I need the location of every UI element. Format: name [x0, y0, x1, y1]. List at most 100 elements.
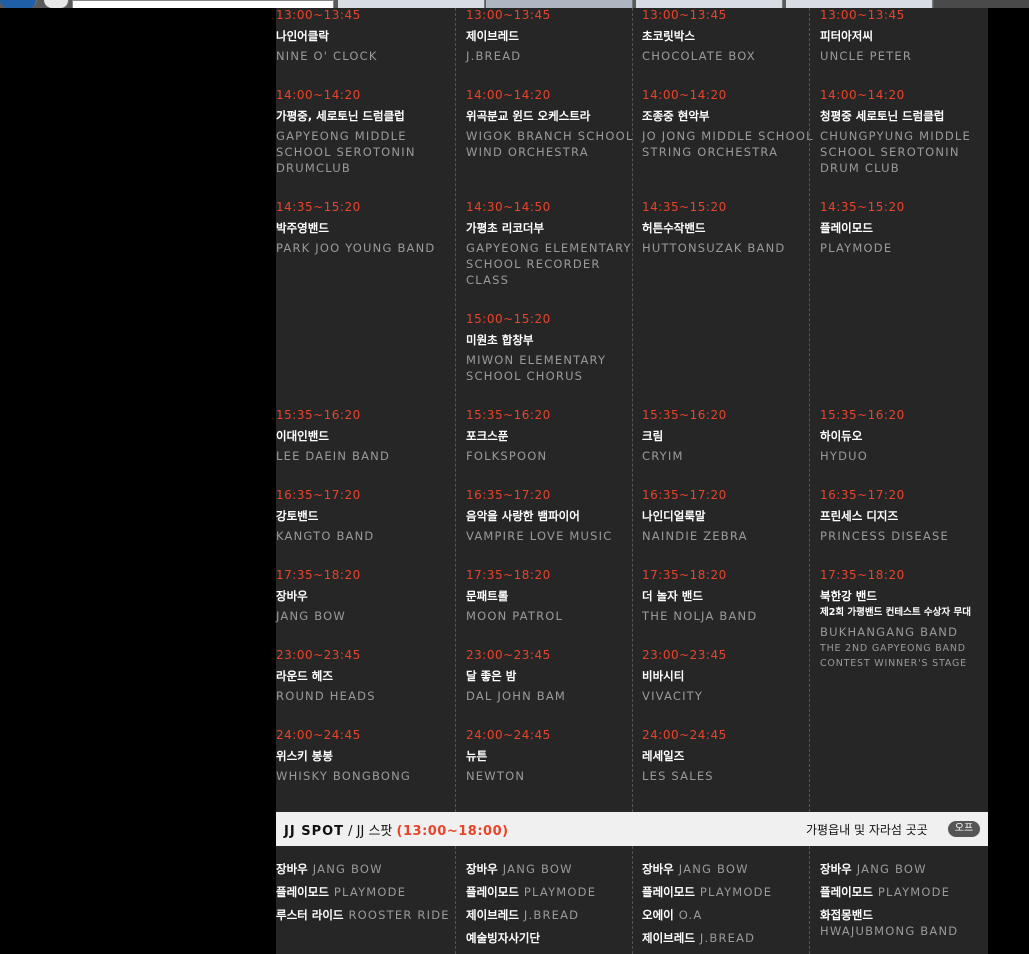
- jj-spot-column-1: 장바우 JANG BOW 플레이모드 PLAYMODE 루스터 라이드 ROOSTER…: [276, 858, 452, 927]
- slot-time: 16:35~17:20: [466, 488, 551, 502]
- band-name-ko: 피터아저씨: [820, 29, 873, 43]
- schedule-slot: 14:35~15:20 박주영밴드 PARK JOO YOUNG BAND: [276, 200, 452, 256]
- slot-time: 15:35~16:20: [642, 408, 727, 422]
- jj-spot-location: 가평읍내 및 자라섬 곳곳: [806, 823, 928, 837]
- schedule-slot: 13:00~13:45 나인어클락 NINE O' CLOCK: [276, 8, 452, 64]
- band-name-ko: 비바시티: [642, 669, 685, 683]
- schedule-slot: 17:35~18:20 문패트롤 MOON PATROL: [466, 568, 642, 624]
- slot-time: 14:30~14:50: [466, 200, 551, 214]
- schedule-slot: 14:00~14:20 위곡분교 윈드 오케스트라 WIGOK BRANCH S…: [466, 88, 642, 160]
- band-name-en: JANG BOW: [276, 609, 346, 623]
- slot-time: 16:35~17:20: [820, 488, 905, 502]
- schedule-slot: 16:35~17:20 프린세스 디지즈 PRINCESS DISEASE: [820, 488, 996, 544]
- browser-tab[interactable]: [934, 0, 1029, 8]
- jj-spot-badge[interactable]: 오프: [948, 821, 980, 837]
- slot-time: 13:00~13:45: [642, 8, 727, 22]
- slot-time: 14:00~14:20: [466, 88, 551, 102]
- band-name-ko: 하이듀오: [820, 429, 863, 443]
- browser-tab[interactable]: [338, 0, 485, 8]
- column-divider: [632, 8, 633, 812]
- list-item: 플레이모드 PLAYMODE: [820, 881, 996, 904]
- browser-tab-active[interactable]: [486, 0, 633, 8]
- schedule-slot: 16:35~17:20 음악을 사랑한 뱀파이어 VAMPIRE LOVE MU…: [466, 488, 642, 544]
- jj-spot-header: JJ SPOT / JJ 스팟 (13:00~18:00) 가평읍내 및 자라섬…: [276, 812, 988, 846]
- performer-en: J.BREAD: [699, 931, 756, 945]
- schedule-slot: 23:00~23:45 비바시티 VIVACITY: [642, 648, 818, 704]
- list-item: 플레이모드 PLAYMODE: [466, 881, 642, 904]
- slot-time: 13:00~13:45: [466, 8, 551, 22]
- performer-en: JANG BOW: [502, 862, 573, 876]
- list-item: 예술빙자사기단: [466, 927, 642, 950]
- band-name-en: NAINDIE ZEBRA: [642, 529, 748, 543]
- performer-ko: 플레이모드: [466, 885, 519, 899]
- slot-time: 17:35~18:20: [276, 568, 361, 582]
- band-name-en: VAMPIRE LOVE MUSIC: [466, 529, 613, 543]
- performer-en: JANG BOW: [678, 862, 749, 876]
- column-divider: [809, 8, 810, 812]
- slot-time: 13:00~13:45: [276, 8, 361, 22]
- band-name-ko: 강토밴드: [276, 509, 319, 523]
- list-item: 장바우 JANG BOW: [276, 858, 452, 881]
- slot-time: 23:00~23:45: [466, 648, 551, 662]
- performer-en: HWAJUBMONG BAND: [820, 924, 959, 938]
- band-name-en: NINE O' CLOCK: [276, 49, 378, 63]
- slot-time: 17:35~18:20: [466, 568, 551, 582]
- band-name-en: JO JONG MIDDLE SCHOOL STRING ORCHESTRA: [642, 129, 814, 159]
- band-name-ko: 청평중 세로토닌 드럼클럽: [820, 109, 945, 123]
- band-name-en: HYDUO: [820, 449, 868, 463]
- band-name-en: PARK JOO YOUNG BAND: [276, 241, 436, 255]
- browser-forward-button[interactable]: [44, 0, 69, 8]
- performer-en: J.BREAD: [523, 908, 580, 922]
- browser-tab-strip: [0, 0, 1029, 8]
- award-note-en: THE 2ND GAPYEONG BAND CONTEST WINNER'S S…: [820, 643, 967, 669]
- list-item: 화접몽밴드 HWAJUBMONG BAND: [820, 904, 996, 939]
- slot-time: 24:00~24:45: [642, 728, 727, 742]
- performer-ko: 플레이모드: [642, 885, 695, 899]
- schedule-slot: 14:00~14:20 청평중 세로토닌 드럼클럽 CHUNGPYUNG MID…: [820, 88, 996, 176]
- jj-spot-title-ko: / JJ 스팟: [348, 824, 393, 839]
- performer-ko: 장바우: [820, 862, 852, 876]
- schedule-slot: 17:35~18:20 더 놀자 밴드 THE NOLJA BAND: [642, 568, 818, 624]
- list-item: 제이브레드 J.BREAD: [642, 927, 818, 950]
- band-name-ko: 라운드 헤즈: [276, 669, 333, 683]
- schedule-slot: 14:35~15:20 플레이모드 PLAYMODE: [820, 200, 996, 256]
- band-name-ko: 달 좋은 밤: [466, 669, 517, 683]
- band-name-en: FOLKSPOON: [466, 449, 548, 463]
- band-name-en: CHOCOLATE BOX: [642, 49, 756, 63]
- band-name-en: GAPYEONG ELEMENTARY SCHOOL RECORDER CLAS…: [466, 241, 632, 287]
- timetable-panel: 13:00~13:45 나인어클락 NINE O' CLOCK 14:00~14…: [276, 8, 988, 954]
- performer-ko: 장바우: [642, 862, 674, 876]
- band-name-ko: 플레이모드: [820, 221, 873, 235]
- band-name-en: CRYIM: [642, 449, 684, 463]
- jj-spot-column-2: 장바우 JANG BOW 플레이모드 PLAYMODE 제이브레드 J.BREAD 예…: [466, 858, 642, 950]
- column-divider: [632, 846, 633, 954]
- band-name-ko: 음악을 사랑한 뱀파이어: [466, 509, 580, 523]
- browser-tab[interactable]: [636, 0, 783, 8]
- band-name-ko: 나인어클락: [276, 29, 329, 43]
- performer-ko: 제이브레드: [642, 931, 695, 945]
- schedule-slot: 17:35~18:20 북한강 밴드 제2회 가평밴드 컨테스트 수상자 무대 …: [820, 568, 996, 671]
- page-scrollbar[interactable]: [1023, 8, 1029, 954]
- jj-spot-title: JJ SPOT / JJ 스팟 (13:00~18:00): [284, 820, 509, 839]
- band-name-ko: 이대인밴드: [276, 429, 329, 443]
- band-name-ko: 미원초 합창부: [466, 333, 534, 347]
- browser-back-button[interactable]: [0, 0, 37, 8]
- schedule-slot: 15:35~16:20 하이듀오 HYDUO: [820, 408, 996, 464]
- address-bar[interactable]: [72, 0, 334, 8]
- slot-time: 24:00~24:45: [466, 728, 551, 742]
- band-name-en: VIVACITY: [642, 689, 704, 703]
- schedule-slot: 13:00~13:45 피터아저씨 UNCLE PETER: [820, 8, 996, 64]
- jj-spot-hours: (13:00~18:00): [396, 824, 509, 839]
- browser-tab[interactable]: [786, 0, 933, 8]
- schedule-slot: 16:35~17:20 강토밴드 KANGTO BAND: [276, 488, 452, 544]
- performer-en: PLAYMODE: [699, 885, 773, 899]
- schedule-slot: 15:35~16:20 포크스푼 FOLKSPOON: [466, 408, 642, 464]
- schedule-slot: 14:00~14:20 가평중, 세로토닌 드럼클럽 GAPYEONG MIDD…: [276, 88, 452, 176]
- band-name-ko: 초코릿박스: [642, 29, 695, 43]
- band-name-ko: 포크스푼: [466, 429, 509, 443]
- slot-time: 15:35~16:20: [820, 408, 905, 422]
- schedule-slot: 16:35~17:20 나인디얼룩말 NAINDIE ZEBRA: [642, 488, 818, 544]
- column-divider: [455, 846, 456, 954]
- performer-en: PLAYMODE: [523, 885, 597, 899]
- performer-en: ROOSTER RIDE: [348, 908, 450, 922]
